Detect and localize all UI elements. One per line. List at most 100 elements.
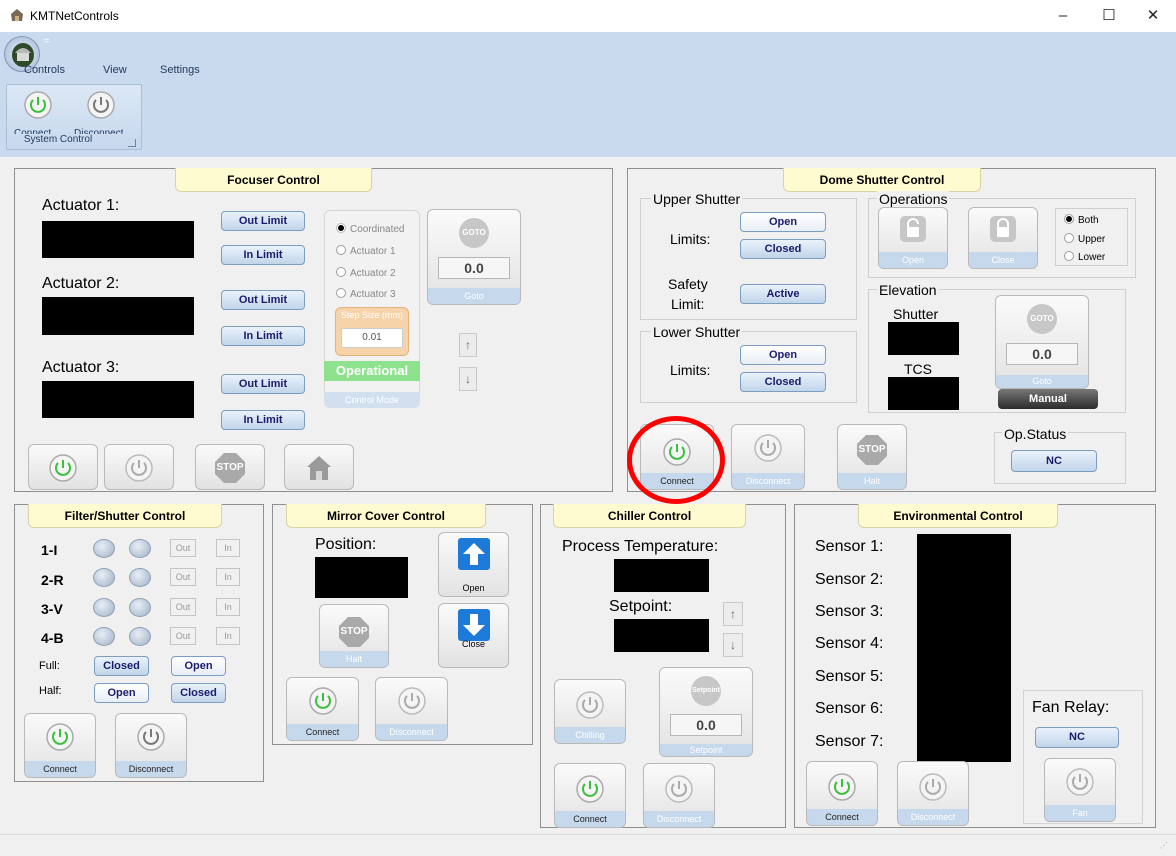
setpoint-display [614,619,709,652]
setpoint-apply-button[interactable]: Setpoint 0.0 Setpoint [659,667,753,757]
arrow-up-icon [457,538,490,570]
focuser-up-arrow-button[interactable]: ↑ [459,333,477,357]
env-disconnect-caption: Disconnect [898,809,968,825]
dome-halt-button[interactable]: STOP Halt [837,424,907,490]
filter-1-out-button[interactable]: Out [170,539,196,557]
filter-3-led-b [129,598,151,617]
step-size-input[interactable]: 0.01 [341,328,403,348]
filter-disconnect-caption: Disconnect [116,761,186,777]
power-off-icon [754,434,782,462]
control-mode-caption: Control Mode [324,392,420,408]
environmental-title: Environmental Control [858,504,1058,528]
ribbon-disconnect-button[interactable]: Disconnect [74,90,128,134]
close-button[interactable]: ✕ [1130,0,1176,32]
radio-both-label: Both [1078,215,1099,226]
chilling-button[interactable]: Chilling [554,679,626,744]
focuser-goto-caption: Goto [428,288,520,304]
mode-actuator-1[interactable]: Actuator 1 [336,245,396,257]
power-off-icon [137,723,165,751]
mirror-connect-button[interactable]: Connect [286,677,359,741]
opstatus-label: Op.Status [1002,426,1069,442]
filter-connect-button[interactable]: Connect [24,713,96,778]
filter-4-in-button[interactable]: In [216,627,240,645]
focuser-title: Focuser Control [175,168,372,192]
filter-2-out-button[interactable]: Out [170,568,196,586]
mode-actuator-2[interactable]: Actuator 2 [336,267,396,279]
menu-settings[interactable]: Settings [160,64,200,76]
chiller-connect-button[interactable]: Connect [554,763,626,828]
filter-4-led-b [129,627,151,646]
mode-actuator-3-label: Actuator 3 [350,289,396,300]
focuser-connect-button[interactable] [28,444,98,490]
safety-active-indicator: Active [740,284,826,304]
mirror-halt-button[interactable]: STOP Halt [319,604,389,668]
full-closed-button[interactable]: Closed [94,656,149,676]
power-on-icon [49,454,77,482]
setpoint-up-button[interactable]: ↑ [723,602,743,626]
manual-button[interactable]: Manual [998,389,1098,409]
actuator-3-out-limit[interactable]: Out Limit [221,374,305,394]
stop-icon: STOP [857,435,887,465]
shutter-close-button[interactable]: Close [968,207,1038,269]
env-disconnect-button[interactable]: Disconnect [897,761,969,826]
radio-icon [336,288,346,298]
focuser-stop-button[interactable]: STOP [195,444,265,490]
focuser-disconnect-button[interactable] [104,444,174,490]
mirror-close-button[interactable]: Close [438,603,509,668]
dialog-launcher-icon[interactable] [128,139,136,147]
arrow-up-icon: ↑ [465,338,471,352]
elevation-goto-button[interactable]: GOTO 0.0 Goto [995,295,1089,389]
filter-1-in-button[interactable]: In [216,539,240,557]
setpoint-value[interactable]: 0.0 [670,714,742,736]
upper-limits-label: Limits: [670,231,711,247]
focuser-down-arrow-button[interactable]: ↓ [459,367,477,391]
ribbon: = Controls View Settings [0,32,1176,157]
half-closed-button[interactable]: Closed [171,683,226,703]
mode-actuator-3[interactable]: Actuator 3 [336,288,396,300]
full-open-button[interactable]: Open [171,656,226,676]
setpoint-down-button[interactable]: ↓ [723,633,743,657]
resize-grip-icon[interactable]: ⋰ [1160,841,1170,851]
filter-row-2-label: 2-R [41,572,64,588]
elevation-goto-value[interactable]: 0.0 [1006,343,1078,365]
filter-disconnect-button[interactable]: Disconnect [115,713,187,778]
focuser-goto-value[interactable]: 0.0 [438,257,510,279]
minimize-button[interactable]: – [1040,0,1086,32]
filter-row-3-label: 3-V [41,601,63,617]
actuator-3-in-limit[interactable]: In Limit [221,410,305,430]
radio-both[interactable]: Both [1064,214,1099,226]
ribbon-connect-button[interactable]: Connect [14,90,58,134]
env-connect-button[interactable]: Connect [806,761,878,826]
mirror-open-button[interactable]: Open [438,532,509,597]
half-open-button[interactable]: Open [94,683,149,703]
quick-access-toolbar[interactable]: = [44,36,50,47]
env-connect-caption: Connect [807,809,877,825]
filter-3-out-button[interactable]: Out [170,598,196,616]
filter-4-out-button[interactable]: Out [170,627,196,645]
focuser-home-button[interactable] [284,444,354,490]
actuator-1-out-limit[interactable]: Out Limit [221,211,305,231]
shutter-open-button[interactable]: Open [878,207,948,269]
maximize-button[interactable]: ☐ [1086,0,1132,32]
fan-button[interactable]: Fan [1044,758,1116,822]
chiller-disconnect-button[interactable]: Disconnect [643,763,715,828]
stop-icon: STOP [339,617,369,647]
actuator-2-out-limit[interactable]: Out Limit [221,290,305,310]
menu-controls[interactable]: Controls [24,64,65,76]
actuator-2-in-limit[interactable]: In Limit [221,326,305,346]
actuator-1-in-limit[interactable]: In Limit [221,245,305,265]
chiller-disconnect-caption: Disconnect [644,811,714,827]
power-off-icon [87,91,115,119]
mirror-disconnect-button[interactable]: Disconnect [375,677,448,741]
menu-view[interactable]: View [103,64,127,76]
focuser-goto-button[interactable]: GOTO 0.0 Goto [427,209,521,305]
dome-disconnect-button[interactable]: Disconnect [731,424,805,490]
mode-coordinated[interactable]: Coordinated [336,223,404,235]
filter-3-in-button[interactable]: In [216,598,240,616]
position-display [315,557,408,598]
filter-2-in-button[interactable]: In [216,568,240,586]
half-label: Half: [39,685,62,697]
radio-lower[interactable]: Lower [1064,251,1105,263]
radio-upper[interactable]: Upper [1064,233,1105,245]
sensor-6-label: Sensor 6: [815,700,884,717]
